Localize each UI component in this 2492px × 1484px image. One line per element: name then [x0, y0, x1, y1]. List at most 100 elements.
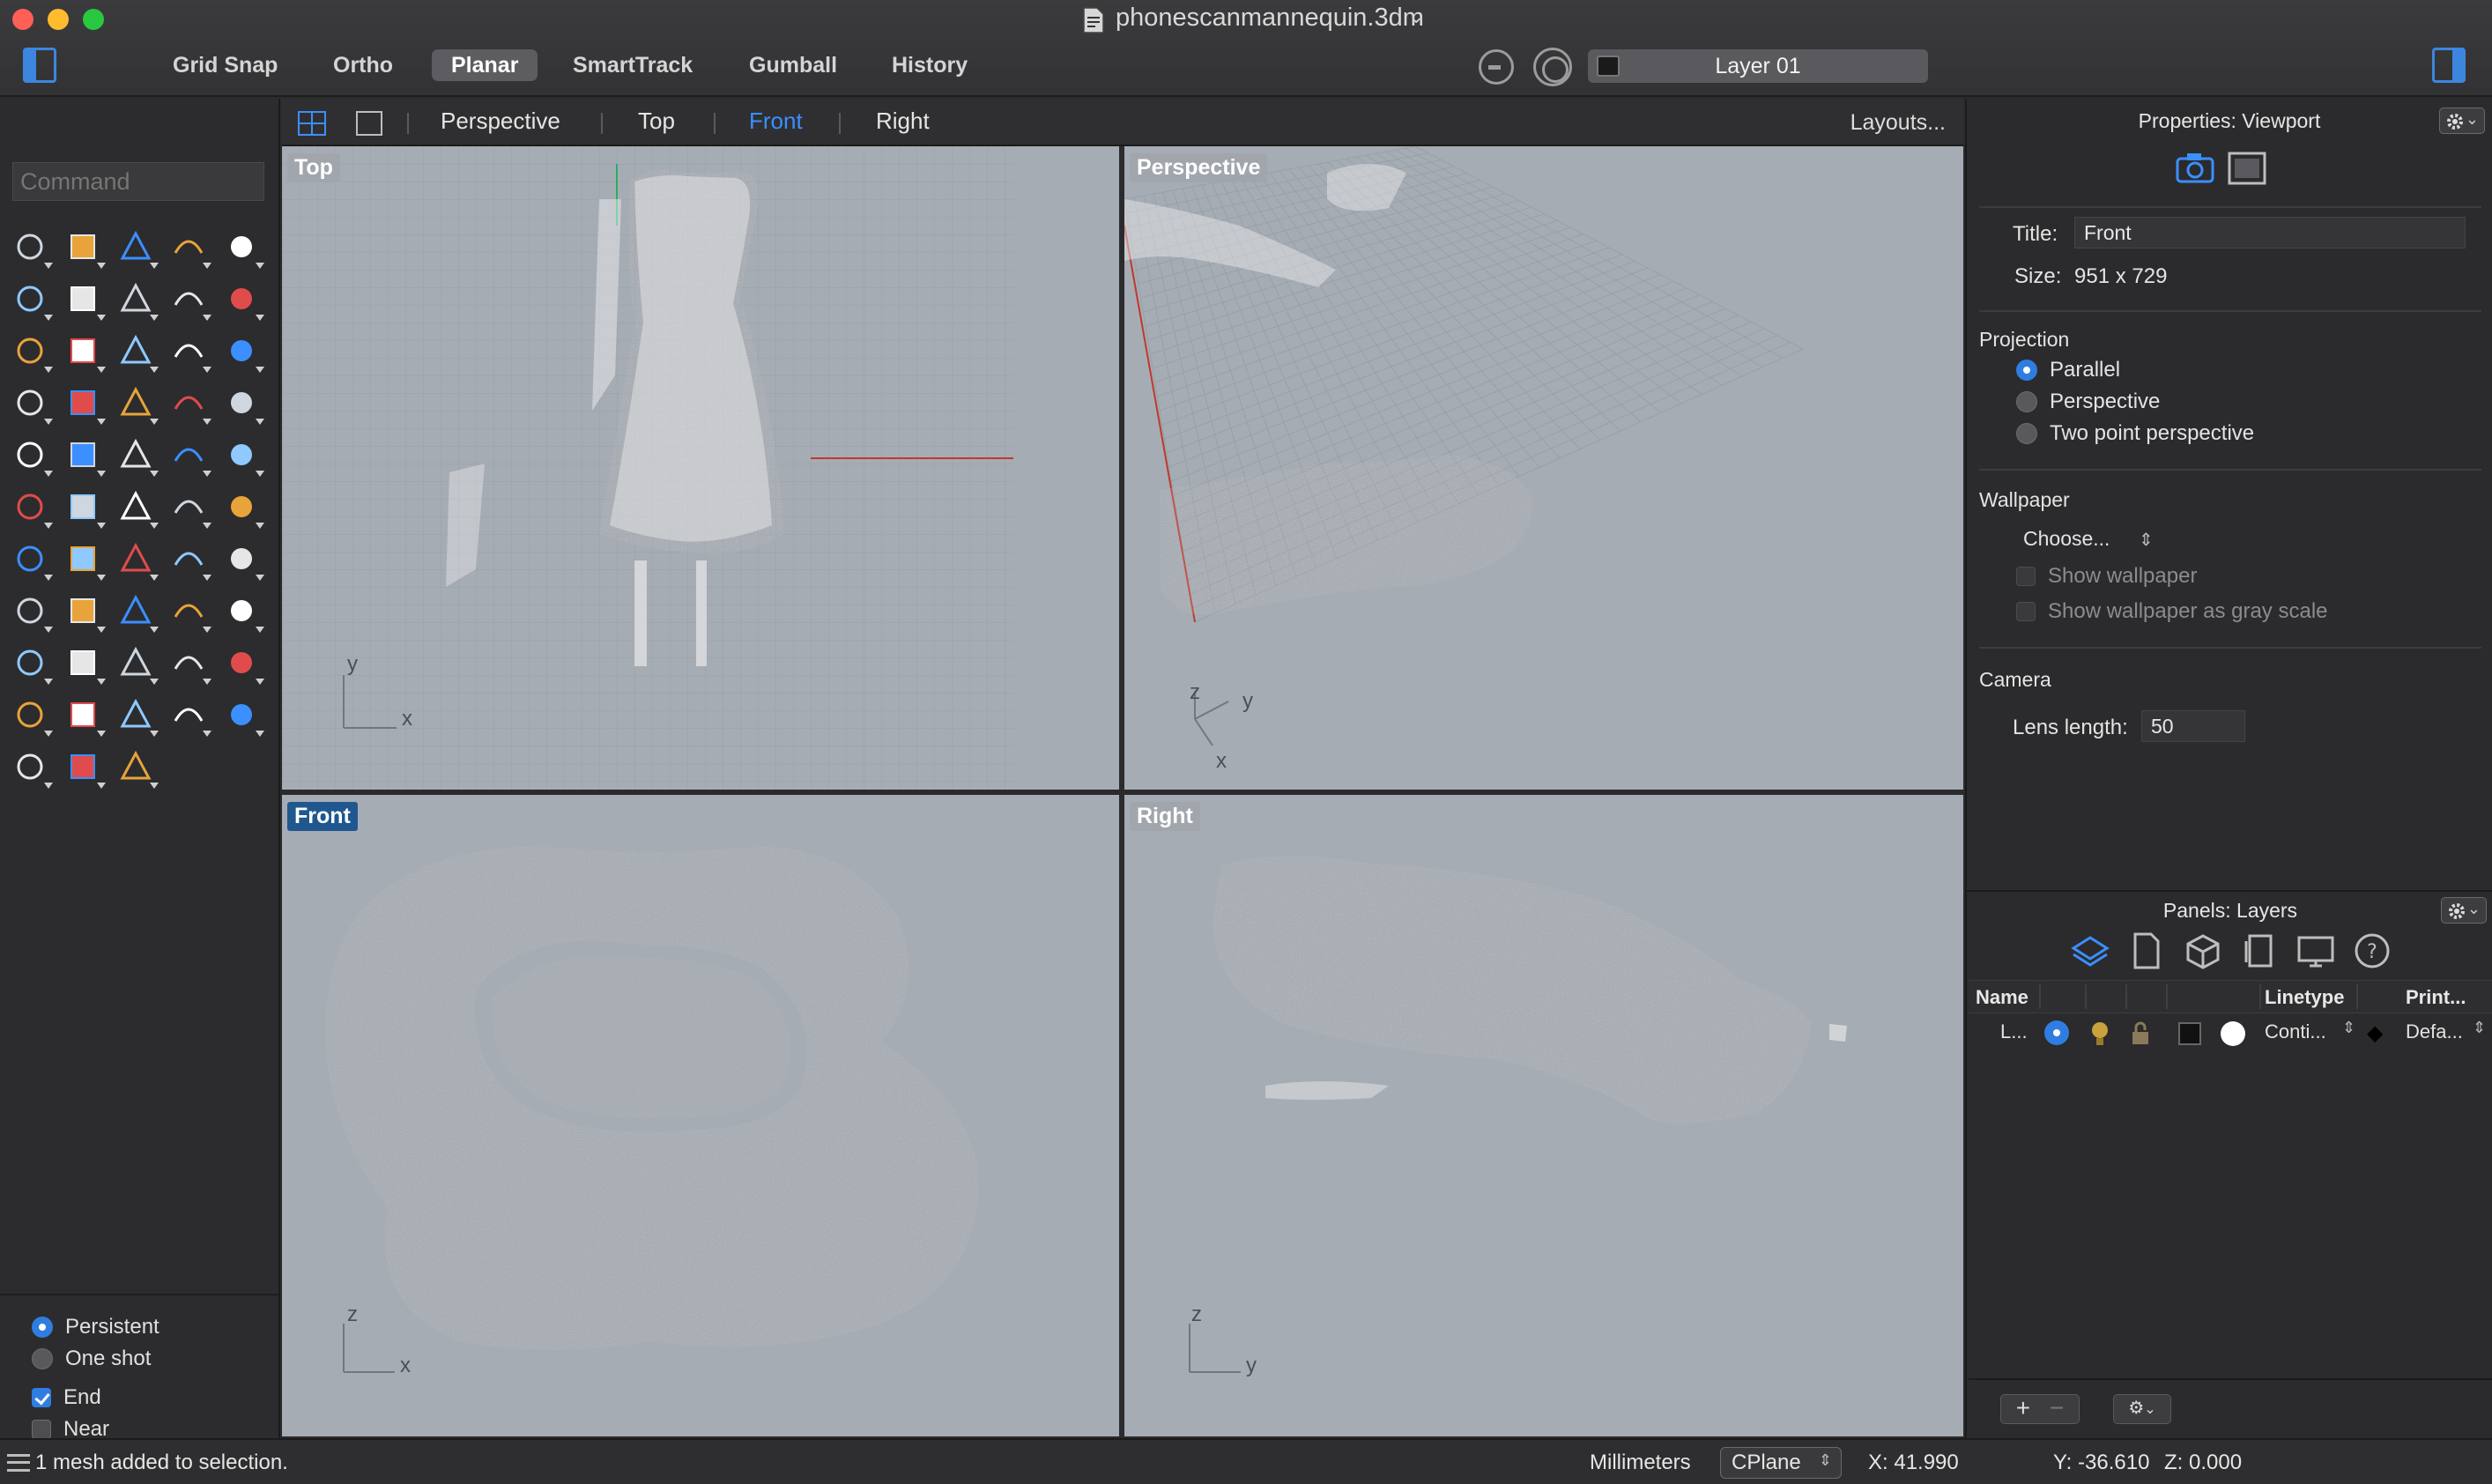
shade-icon[interactable] — [215, 532, 268, 584]
scale-icon[interactable] — [4, 480, 56, 532]
arrow-icon[interactable] — [109, 376, 162, 428]
color-wheel-icon[interactable] — [109, 688, 162, 740]
zoom-extents-icon[interactable] — [162, 584, 215, 636]
tab-front[interactable]: Front — [749, 108, 803, 135]
one-shot-option[interactable]: One shot — [32, 1345, 151, 1373]
help-icon[interactable]: ? — [2352, 931, 2392, 971]
environment-icon[interactable] — [215, 688, 268, 740]
single-viewport-layout-icon[interactable] — [356, 111, 382, 136]
tab-top[interactable]: Top — [638, 108, 675, 135]
end-snap-checkbox[interactable] — [32, 1388, 51, 1407]
lock-icon[interactable] — [4, 688, 56, 740]
layer-color-swatch[interactable] — [2178, 1022, 2201, 1045]
left-sidebar-toggle-icon[interactable] — [23, 48, 56, 83]
near-snap-checkbox[interactable] — [32, 1420, 51, 1439]
wallpaper-choose-dropdown[interactable]: Choose... ⇕ — [2023, 527, 2154, 551]
dimension-icon[interactable] — [215, 480, 268, 532]
hexagon-icon[interactable] — [162, 272, 215, 324]
unroll-icon[interactable] — [109, 532, 162, 584]
material-icon[interactable] — [162, 688, 215, 740]
layer-linetype[interactable]: Conti... — [2265, 1020, 2326, 1043]
point-icon[interactable] — [56, 220, 109, 272]
history-button[interactable]: History — [872, 49, 987, 81]
check-icon[interactable] — [162, 532, 215, 584]
rotate-view-icon[interactable] — [4, 636, 56, 688]
ortho-button[interactable]: Ortho — [314, 49, 412, 81]
column-header-linetype[interactable]: Linetype — [2265, 986, 2344, 1009]
command-input[interactable] — [12, 162, 264, 201]
close-window-button[interactable] — [12, 9, 33, 30]
cube-icon[interactable] — [2183, 931, 2223, 971]
layers-icon[interactable] — [2070, 931, 2110, 971]
viewport-title-field[interactable]: Front — [2074, 217, 2466, 249]
fillet-icon[interactable] — [215, 272, 268, 324]
one-shot-radio[interactable] — [32, 1348, 53, 1369]
persistent-radio[interactable] — [32, 1317, 53, 1338]
zoom-icon[interactable] — [56, 584, 109, 636]
gumball-icon[interactable] — [56, 532, 109, 584]
parallel-radio[interactable] — [2016, 360, 2037, 381]
tab-right[interactable]: Right — [876, 108, 930, 135]
viewport-front[interactable]: Front z x — [282, 795, 1119, 1436]
print-width-diamond-icon[interactable]: ◆ — [2367, 1020, 2383, 1046]
layers-options-button[interactable]: ⌄ — [2441, 897, 2487, 924]
pan-icon[interactable] — [215, 584, 268, 636]
current-layer-dropdown[interactable]: Layer 01 — [1588, 49, 1928, 83]
cylinder-icon[interactable] — [215, 324, 268, 376]
smarttrack-button[interactable]: SmartTrack — [553, 49, 712, 81]
tree-icon[interactable] — [109, 740, 162, 792]
ellipse-icon[interactable] — [4, 272, 56, 324]
blend-icon[interactable] — [162, 428, 215, 480]
cone-icon[interactable] — [56, 740, 109, 792]
record-history-icon[interactable] — [1533, 48, 1572, 86]
circle-icon[interactable] — [215, 220, 268, 272]
command-history-icon[interactable] — [7, 1454, 30, 1472]
layer-row[interactable]: L... Conti... ⇕ ◆ Defa... ⇕ — [1969, 1015, 2492, 1052]
solid-edit-icon[interactable] — [162, 480, 215, 532]
box-icon[interactable] — [109, 324, 162, 376]
properties-options-button[interactable]: ⌄ — [2439, 108, 2485, 134]
units-label[interactable]: Millimeters — [1590, 1451, 1691, 1475]
document-icon[interactable] — [2126, 931, 2167, 971]
tab-perspective[interactable]: Perspective — [441, 108, 560, 135]
persistent-option[interactable]: Persistent — [32, 1313, 159, 1341]
offset-icon[interactable] — [109, 428, 162, 480]
projection-perspective-option[interactable]: Perspective — [2016, 390, 2160, 414]
zoom-window-icon[interactable] — [109, 584, 162, 636]
car-icon[interactable] — [56, 636, 109, 688]
plane-icon[interactable] — [4, 376, 56, 428]
viewport-label-right[interactable]: Right — [1130, 802, 1200, 831]
end-snap-option[interactable]: End — [32, 1384, 101, 1412]
grid-icon[interactable] — [4, 532, 56, 584]
column-header-name[interactable]: Name — [1976, 986, 2028, 1009]
trim-icon[interactable] — [162, 376, 215, 428]
sweep-icon[interactable] — [56, 324, 109, 376]
perspective-radio[interactable] — [2016, 391, 2037, 412]
group-icon[interactable] — [56, 428, 109, 480]
column-header-print[interactable]: Print... — [2406, 986, 2466, 1009]
layer-name[interactable]: L... — [2000, 1020, 2028, 1043]
lightbulb-icon[interactable] — [2088, 1020, 2111, 1047]
lens-length-field[interactable]: 50 — [2141, 710, 2245, 742]
add-remove-layer-buttons[interactable]: + − — [2000, 1394, 2080, 1424]
planar-button[interactable]: Planar — [432, 49, 538, 81]
sphere-icon[interactable] — [162, 324, 215, 376]
projection-parallel-option[interactable]: Parallel — [2016, 358, 2120, 382]
viewport-label-top[interactable]: Top — [287, 153, 340, 182]
layer-options-button[interactable]: ⚙⌄ — [2113, 1394, 2171, 1424]
surface-icon[interactable] — [4, 324, 56, 376]
chevron-down-icon[interactable]: ⌄ — [1408, 5, 1424, 28]
pencil-icon[interactable] — [4, 584, 56, 636]
layouts-button[interactable]: Layouts... — [1850, 110, 1946, 136]
monitor-icon[interactable] — [2295, 931, 2336, 971]
layers-tool-icon[interactable] — [162, 636, 215, 688]
viewport-label-front[interactable]: Front — [287, 802, 358, 831]
display-icon[interactable] — [2228, 152, 2266, 185]
polyline-icon[interactable] — [109, 220, 162, 272]
mesh-icon[interactable] — [109, 636, 162, 688]
text-icon[interactable] — [215, 428, 268, 480]
split-icon[interactable] — [215, 376, 268, 428]
select-icon[interactable] — [4, 220, 56, 272]
grid-snap-button[interactable]: Grid Snap — [153, 49, 297, 81]
four-viewport-layout-icon[interactable] — [298, 111, 326, 136]
